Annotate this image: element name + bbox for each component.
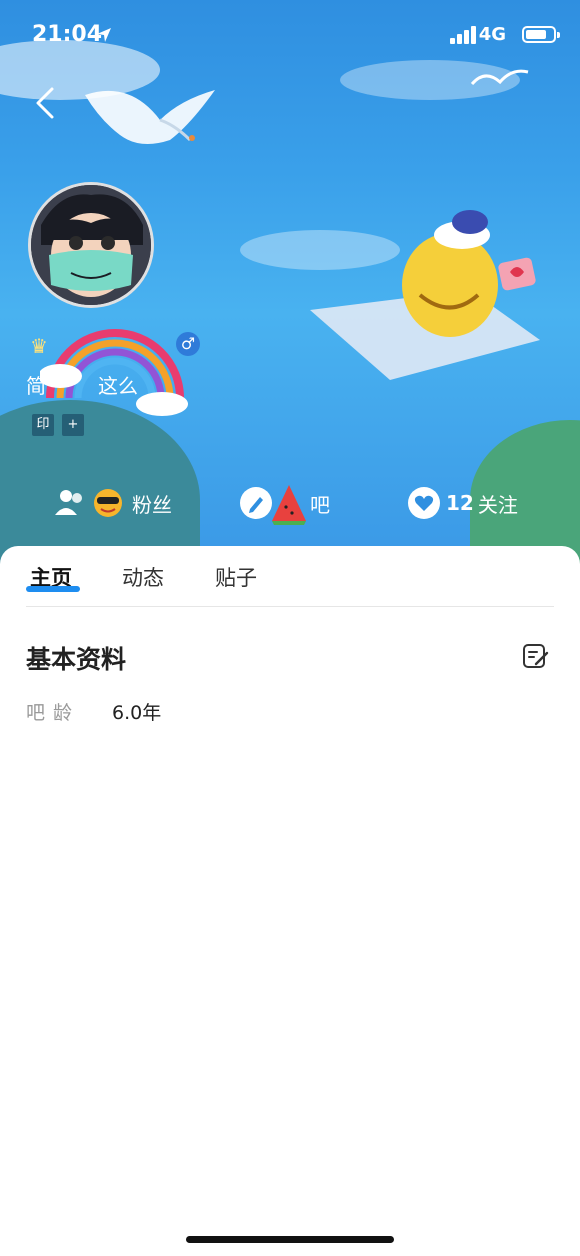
fans-stat[interactable]: 粉丝	[54, 478, 172, 528]
user-tag[interactable]: 印	[32, 414, 54, 436]
bars-stat[interactable]: 吧	[240, 478, 330, 528]
location-arrow-icon	[97, 28, 111, 42]
rainbow-decoration	[40, 329, 188, 416]
status-time: 21:04	[32, 22, 103, 47]
battery-icon	[522, 26, 560, 43]
tab-posts[interactable]: 贴子	[215, 562, 257, 592]
watermelon-sticker	[272, 485, 306, 525]
heart-icon	[408, 487, 440, 519]
username-part: 简	[26, 374, 46, 398]
profile-content-sheet: 主页 动态 贴子 基本资料 吧龄 6.0年	[0, 546, 580, 1256]
pencil-icon	[240, 487, 272, 519]
username: 简 这么	[26, 370, 138, 399]
mascot-illustration	[310, 210, 540, 380]
active-tab-indicator	[26, 586, 80, 592]
tab-activity[interactable]: 动态	[122, 562, 164, 592]
avatar-image	[31, 185, 151, 305]
signal-icon	[450, 26, 478, 44]
following-stat[interactable]: 12 关注	[408, 478, 518, 528]
edit-icon[interactable]	[522, 642, 550, 670]
fans-label: 粉丝	[132, 492, 172, 517]
sun-sticker	[94, 489, 122, 517]
fans-icon	[55, 490, 82, 515]
avatar[interactable]	[28, 182, 154, 308]
stats-bar: 粉丝 吧 12 关注	[0, 478, 580, 528]
status-bar: 21:04 4G	[0, 0, 580, 70]
seagull-illustration	[85, 90, 215, 144]
male-icon: ♂	[176, 332, 200, 356]
bar-age-label: 吧龄	[26, 702, 81, 724]
following-label: 关注	[477, 492, 518, 517]
following-count: 12	[446, 491, 474, 515]
home-indicator[interactable]	[186, 1236, 394, 1243]
username-part: 这么	[98, 374, 138, 398]
add-tag-button[interactable]: +	[62, 414, 84, 436]
section-title: 基本资料	[26, 645, 127, 674]
bar-age-value: 6.0年	[112, 702, 162, 724]
profile-header-banner: 21:04 4G ♛ 简 这么 ♂ 印 + 粉丝 吧 12 关注	[0, 0, 580, 570]
bars-label: 吧	[310, 492, 330, 517]
tab-bar: 主页 动态 贴子	[0, 546, 580, 606]
network-type: 4G	[478, 24, 506, 45]
back-chevron-icon[interactable]	[32, 86, 62, 120]
divider	[26, 606, 554, 607]
